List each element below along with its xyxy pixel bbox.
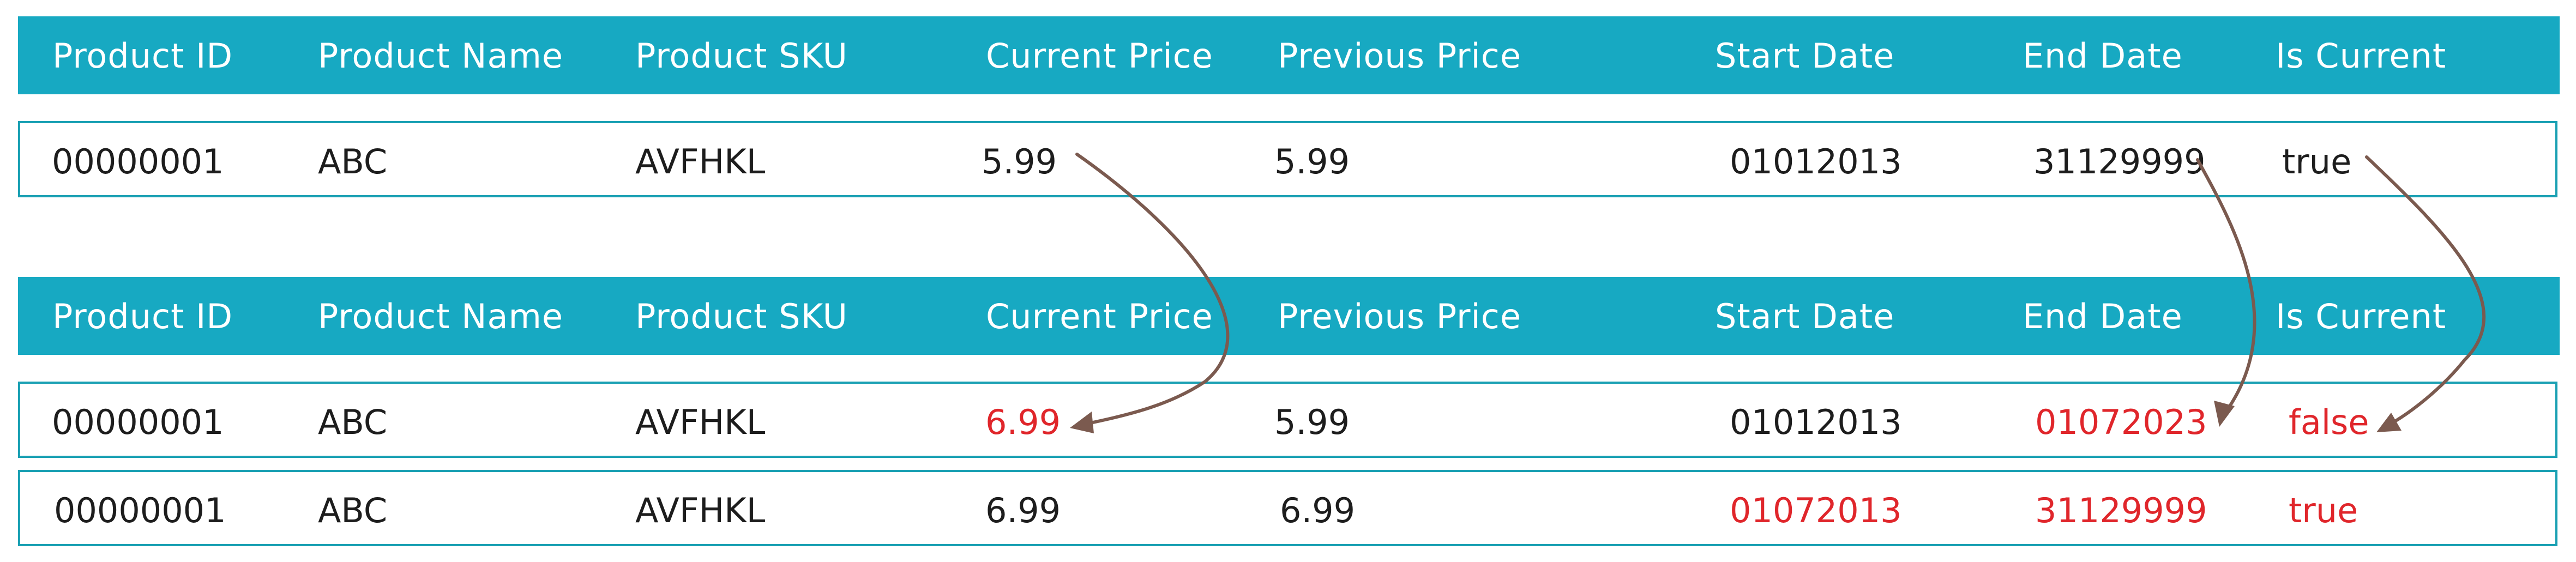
header-product-id: Product ID bbox=[52, 36, 233, 76]
cell-product-sku: AVFHKL bbox=[635, 402, 766, 442]
header-current-price: Current Price bbox=[986, 36, 1213, 76]
table2-row-expired: 00000001 ABC AVFHKL 6.99 5.99 01012013 0… bbox=[18, 382, 2557, 458]
header-previous-price: Previous Price bbox=[1278, 297, 1521, 336]
cell-is-current-changed: false bbox=[2289, 402, 2369, 442]
cell-product-name: ABC bbox=[318, 402, 388, 442]
cell-product-id: 00000001 bbox=[54, 491, 226, 530]
cell-product-id: 00000001 bbox=[52, 142, 224, 182]
header-end-date: End Date bbox=[2023, 36, 2183, 76]
header-is-current: Is Current bbox=[2276, 297, 2447, 336]
cell-start-date-changed: 01072013 bbox=[1730, 491, 1902, 530]
cell-current-price-changed: 6.99 bbox=[985, 402, 1061, 442]
cell-product-name: ABC bbox=[318, 142, 388, 182]
header-product-id: Product ID bbox=[52, 297, 233, 336]
table2-header: Product ID Product Name Product SKU Curr… bbox=[18, 277, 2560, 355]
cell-is-current: true bbox=[2282, 142, 2352, 182]
cell-start-date: 01012013 bbox=[1730, 142, 1902, 182]
header-start-date: Start Date bbox=[1715, 297, 1895, 336]
cell-end-date-changed: 31129999 bbox=[2035, 491, 2207, 530]
cell-current-price: 6.99 bbox=[985, 491, 1061, 530]
table1-header: Product ID Product Name Product SKU Curr… bbox=[18, 16, 2560, 94]
header-product-name: Product Name bbox=[318, 297, 564, 336]
cell-product-name: ABC bbox=[318, 491, 388, 530]
table1-row: 00000001 ABC AVFHKL 5.99 5.99 01012013 3… bbox=[18, 121, 2557, 197]
header-current-price: Current Price bbox=[986, 297, 1213, 336]
header-end-date: End Date bbox=[2023, 297, 2183, 336]
cell-is-current-changed: true bbox=[2289, 491, 2358, 530]
cell-previous-price: 5.99 bbox=[1274, 402, 1350, 442]
cell-start-date: 01012013 bbox=[1730, 402, 1902, 442]
header-previous-price: Previous Price bbox=[1278, 36, 1521, 76]
header-product-sku: Product SKU bbox=[635, 36, 848, 76]
header-product-sku: Product SKU bbox=[635, 297, 848, 336]
cell-previous-price: 6.99 bbox=[1280, 491, 1356, 530]
cell-product-id: 00000001 bbox=[52, 402, 224, 442]
table2-row-current: 00000001 ABC AVFHKL 6.99 6.99 01072013 3… bbox=[18, 470, 2557, 546]
cell-previous-price: 5.99 bbox=[1274, 142, 1350, 182]
cell-end-date-changed: 01072023 bbox=[2035, 402, 2207, 442]
cell-current-price: 5.99 bbox=[982, 142, 1057, 182]
header-is-current: Is Current bbox=[2276, 36, 2447, 76]
cell-product-sku: AVFHKL bbox=[635, 491, 766, 530]
cell-product-sku: AVFHKL bbox=[635, 142, 766, 182]
cell-end-date: 31129999 bbox=[2033, 142, 2206, 182]
header-product-name: Product Name bbox=[318, 36, 564, 76]
header-start-date: Start Date bbox=[1715, 36, 1895, 76]
